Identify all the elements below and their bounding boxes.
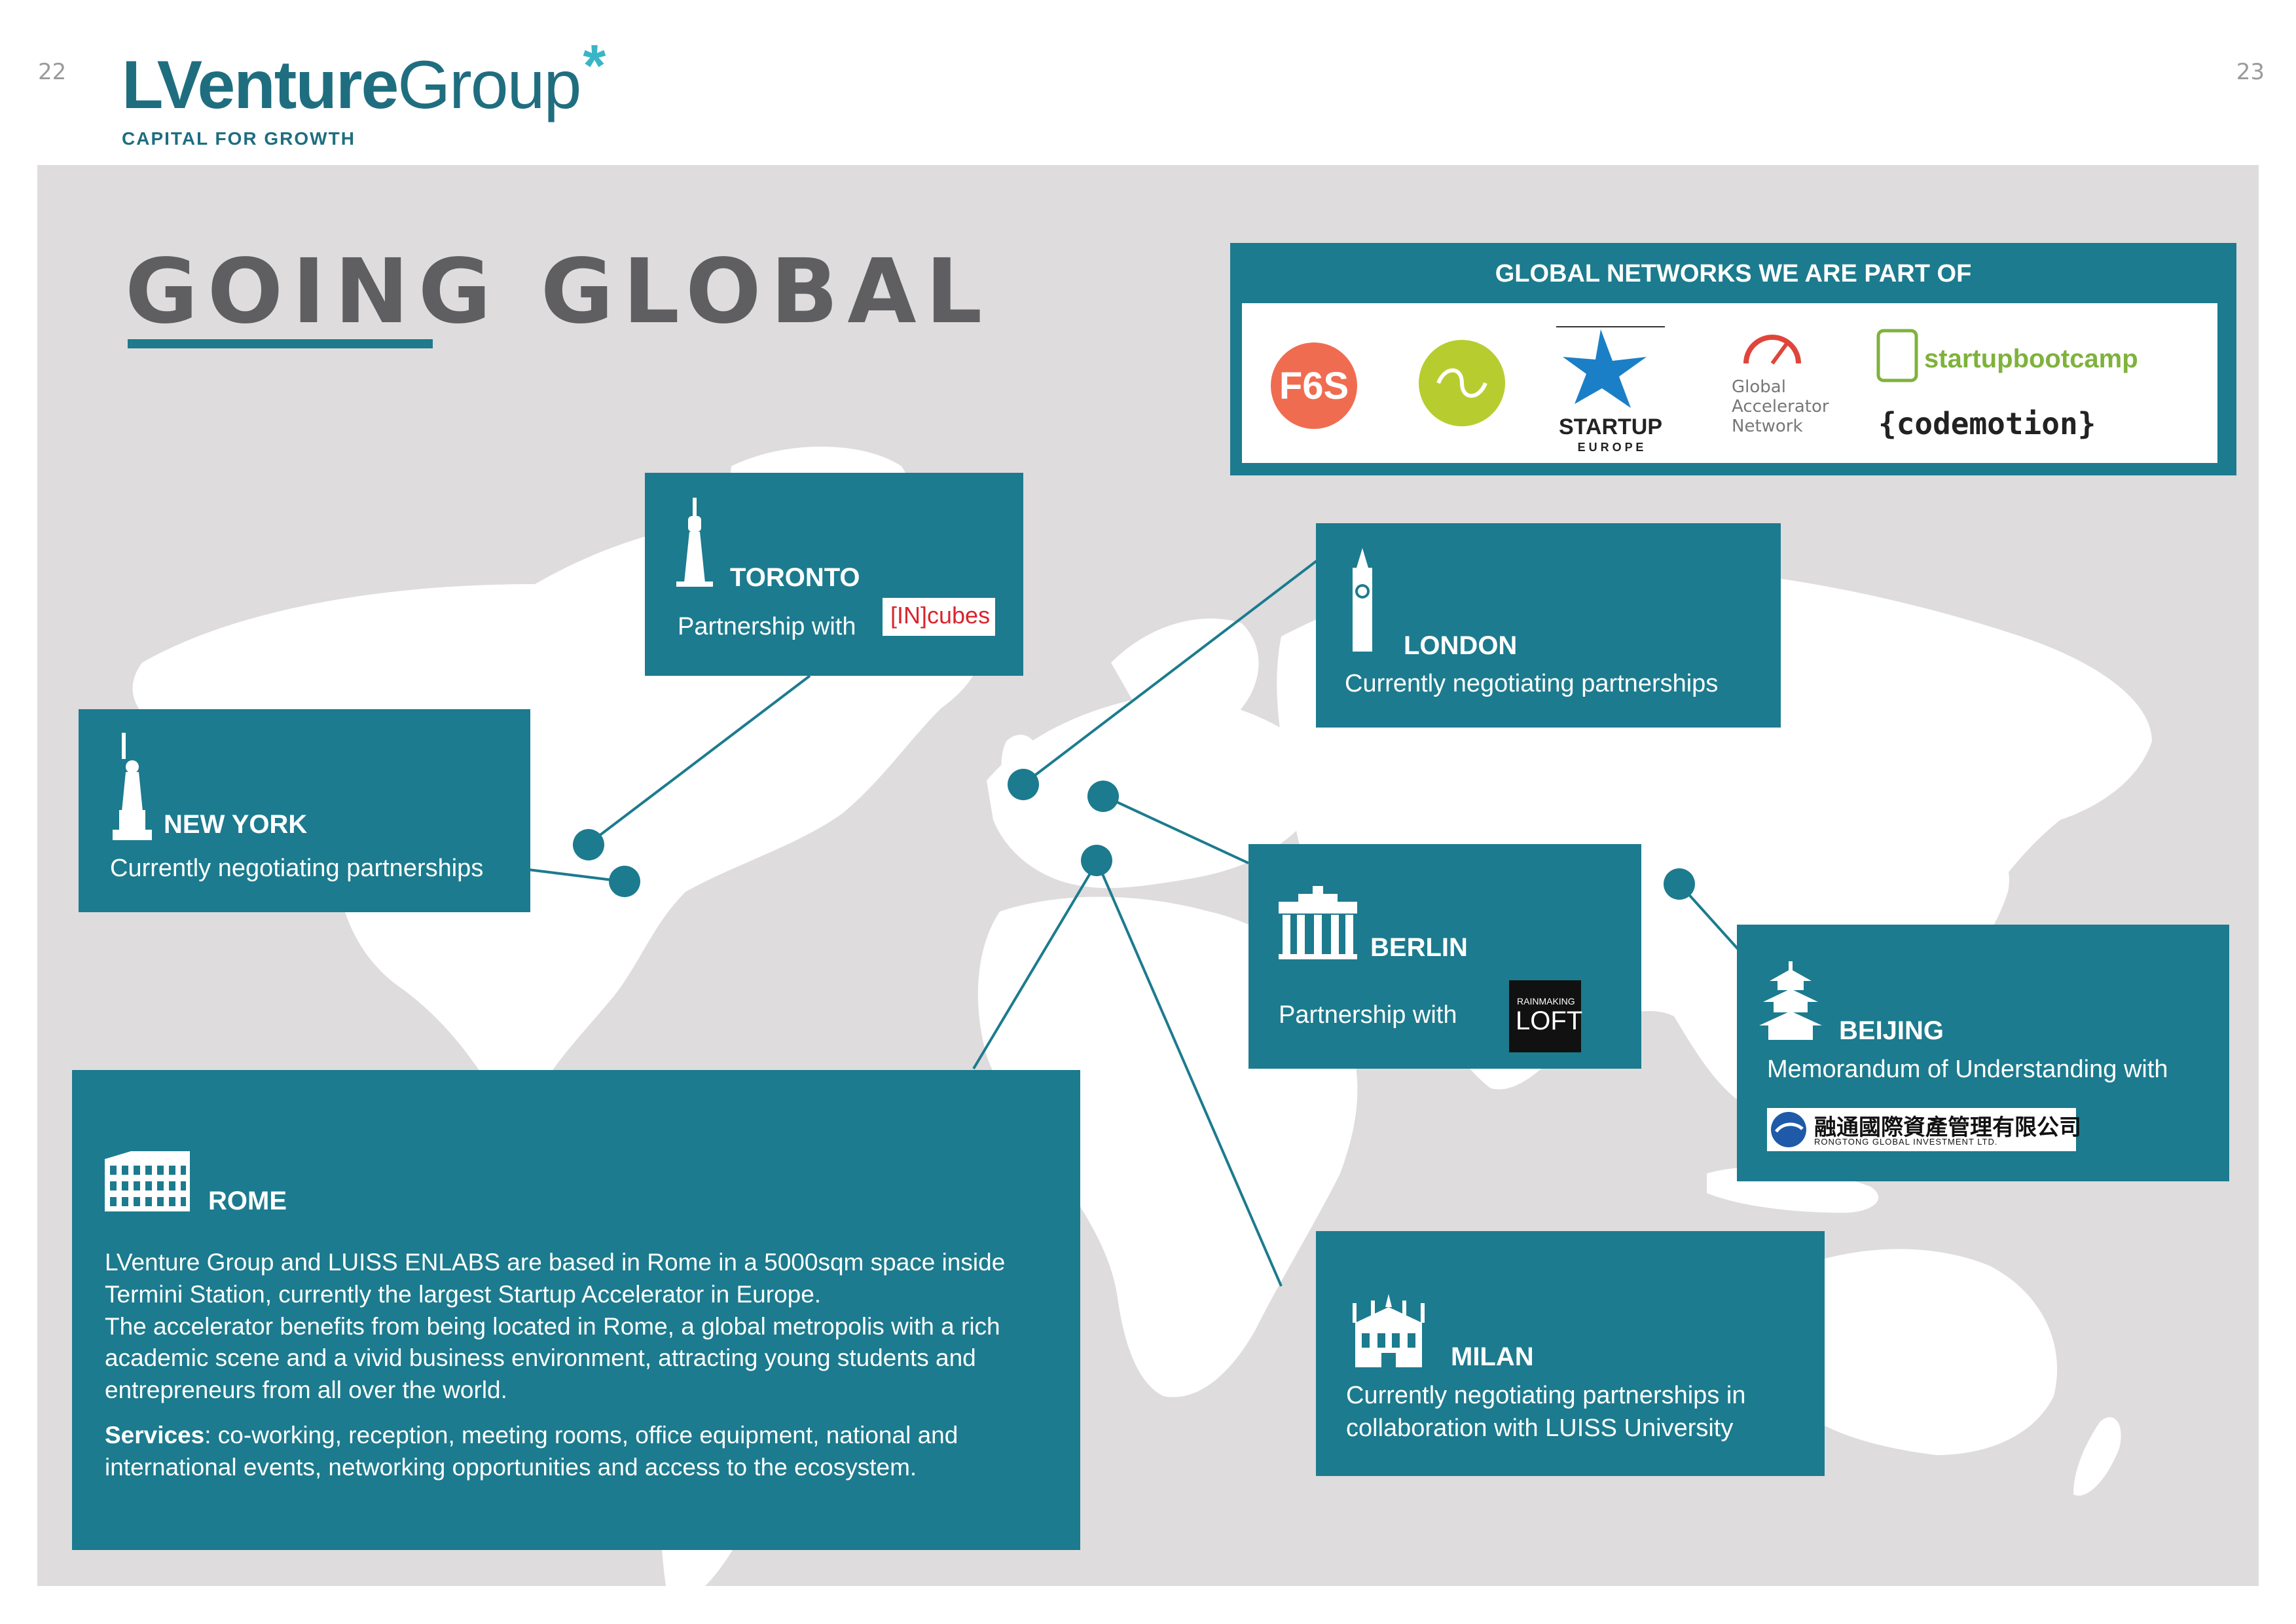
milan-card: MILAN Currently negotiating partnerships… — [1316, 1231, 1825, 1476]
new-york-text: Currently negotiating partnerships — [110, 855, 484, 882]
page-number-left: 22 — [38, 59, 67, 85]
gan-gauge-icon — [1743, 335, 1801, 364]
network-logos-svg: F6S STARTUP E U R O P E Global Accelerat… — [1271, 326, 2138, 454]
beijing-card: BEIJING Memorandum of Understanding with… — [1737, 925, 2229, 1181]
page-title: GOING GLOBAL — [125, 240, 992, 344]
brand-name-light: Group — [397, 47, 581, 123]
gan-gauge-needle — [1770, 342, 1789, 365]
london-city: LONDON — [1404, 631, 1518, 660]
milan-rome-dot[interactable] — [1081, 845, 1112, 876]
beijing-city: BEIJING — [1839, 1016, 1944, 1045]
new-york-dot[interactable] — [609, 866, 640, 897]
new-york-city: NEW YORK — [164, 810, 308, 839]
beijing-text: Memorandum of Understanding with — [1767, 1056, 2168, 1083]
rome-city: ROME — [208, 1187, 287, 1215]
gan-line2: Accelerator — [1732, 397, 1829, 416]
f6s-logo: F6S — [1279, 365, 1349, 407]
toronto-dot[interactable] — [573, 829, 604, 860]
gan-line3: Network — [1732, 416, 1803, 436]
incubes-logo: [IN]cubes — [883, 598, 995, 636]
startupbootcamp-icon — [1876, 329, 1918, 382]
berlin-city: BERLIN — [1370, 933, 1468, 962]
rome-card: ROME LVenture Group and LUISS ENLABS are… — [72, 1070, 1080, 1550]
rome-paragraph-2: The accelerator benefits from being loca… — [105, 1312, 1000, 1404]
gan-line1: Global — [1732, 377, 1786, 397]
rome-services-label: Services — [105, 1422, 205, 1449]
brand-name-bold: LVenture — [122, 47, 399, 123]
rome-paragraph-1: LVenture Group and LUISS ENLABS are base… — [105, 1249, 1006, 1308]
rainmaking-loft-logo: RAINMAKING LOFT — [1509, 980, 1583, 1052]
incubes-logo-text: [IN]cubes — [890, 602, 991, 629]
startup-europe-line2: E U R O P E — [1578, 441, 1644, 454]
new-zealand-landmass — [2073, 1417, 2121, 1496]
global-networks-box: GLOBAL NETWORKS WE ARE PART OF F6S START… — [1230, 243, 2236, 475]
rongtong-en-text: RONGTONG GLOBAL INVESTMENT LTD. — [1814, 1137, 1998, 1147]
startup-europe-line1: STARTUP — [1559, 415, 1662, 439]
cn-tower-icon — [676, 498, 713, 587]
rongtong-logo: 融通國際資產管理有限公司 RONGTONG GLOBAL INVESTMENT … — [1767, 1108, 2081, 1151]
brand-name: LVentureGroup* — [122, 37, 606, 119]
rome-services-text: : co-working, reception, meeting rooms, … — [105, 1422, 958, 1481]
berlin-card: BERLIN Partnership with RAINMAKING LOFT — [1248, 844, 1641, 1069]
brand-tagline: CAPITAL FOR GROWTH — [122, 128, 355, 149]
london-card: LONDON Currently negotiating partnership… — [1316, 523, 1781, 728]
global-networks-logos: F6S STARTUP E U R O P E Global Accelerat… — [1242, 303, 2217, 463]
rongtong-globe-icon — [1771, 1112, 1806, 1147]
milan-cathedral-icon — [1353, 1294, 1425, 1367]
berlin-dot[interactable] — [1087, 781, 1119, 812]
brand-star-icon: * — [583, 33, 606, 99]
rainmaking-text: RAINMAKING — [1517, 996, 1575, 1006]
milan-city: MILAN — [1451, 1342, 1534, 1371]
london-dot[interactable] — [1008, 769, 1039, 800]
rome-services: Services: co-working, reception, meeting… — [105, 1420, 1054, 1484]
codemotion-logo: {codemotion} — [1878, 406, 2096, 441]
berlin-text: Partnership with — [1279, 1001, 1457, 1029]
milan-text: Currently negotiating partnerships in co… — [1346, 1382, 1746, 1443]
rome-description: LVenture Group and LUISS ENLABS are base… — [105, 1247, 1054, 1484]
london-text: Currently negotiating partnerships — [1345, 670, 1719, 697]
brandenburg-gate-icon — [1279, 886, 1357, 959]
toronto-card: TORONTO Partnership with [IN]cubes — [645, 473, 1023, 676]
global-networks-title: GLOBAL NETWORKS WE ARE PART OF — [1495, 260, 1972, 287]
brand-logo: LVentureGroup* CAPITAL FOR GROWTH — [122, 37, 606, 149]
title-underline — [128, 339, 433, 348]
startup-europe-star-icon — [1563, 329, 1647, 408]
loft-text: LOFT — [1516, 1006, 1583, 1035]
statue-of-liberty-icon — [113, 733, 152, 840]
pagoda-icon — [1759, 961, 1822, 1040]
page-number-right: 23 — [2236, 59, 2265, 85]
world-map-panel: GOING GLOBAL GLOBAL NETWORKS WE ARE PART… — [37, 165, 2259, 1586]
toronto-text: Partnership with — [678, 613, 856, 640]
colosseum-icon — [105, 1151, 190, 1211]
toronto-city: TORONTO — [730, 563, 860, 592]
beijing-dot[interactable] — [1664, 868, 1695, 900]
startupbootcamp-logo: startupbootcamp — [1924, 344, 2138, 373]
new-york-card: NEW YORK Currently negotiating partnersh… — [79, 709, 530, 912]
big-ben-icon — [1353, 548, 1372, 652]
